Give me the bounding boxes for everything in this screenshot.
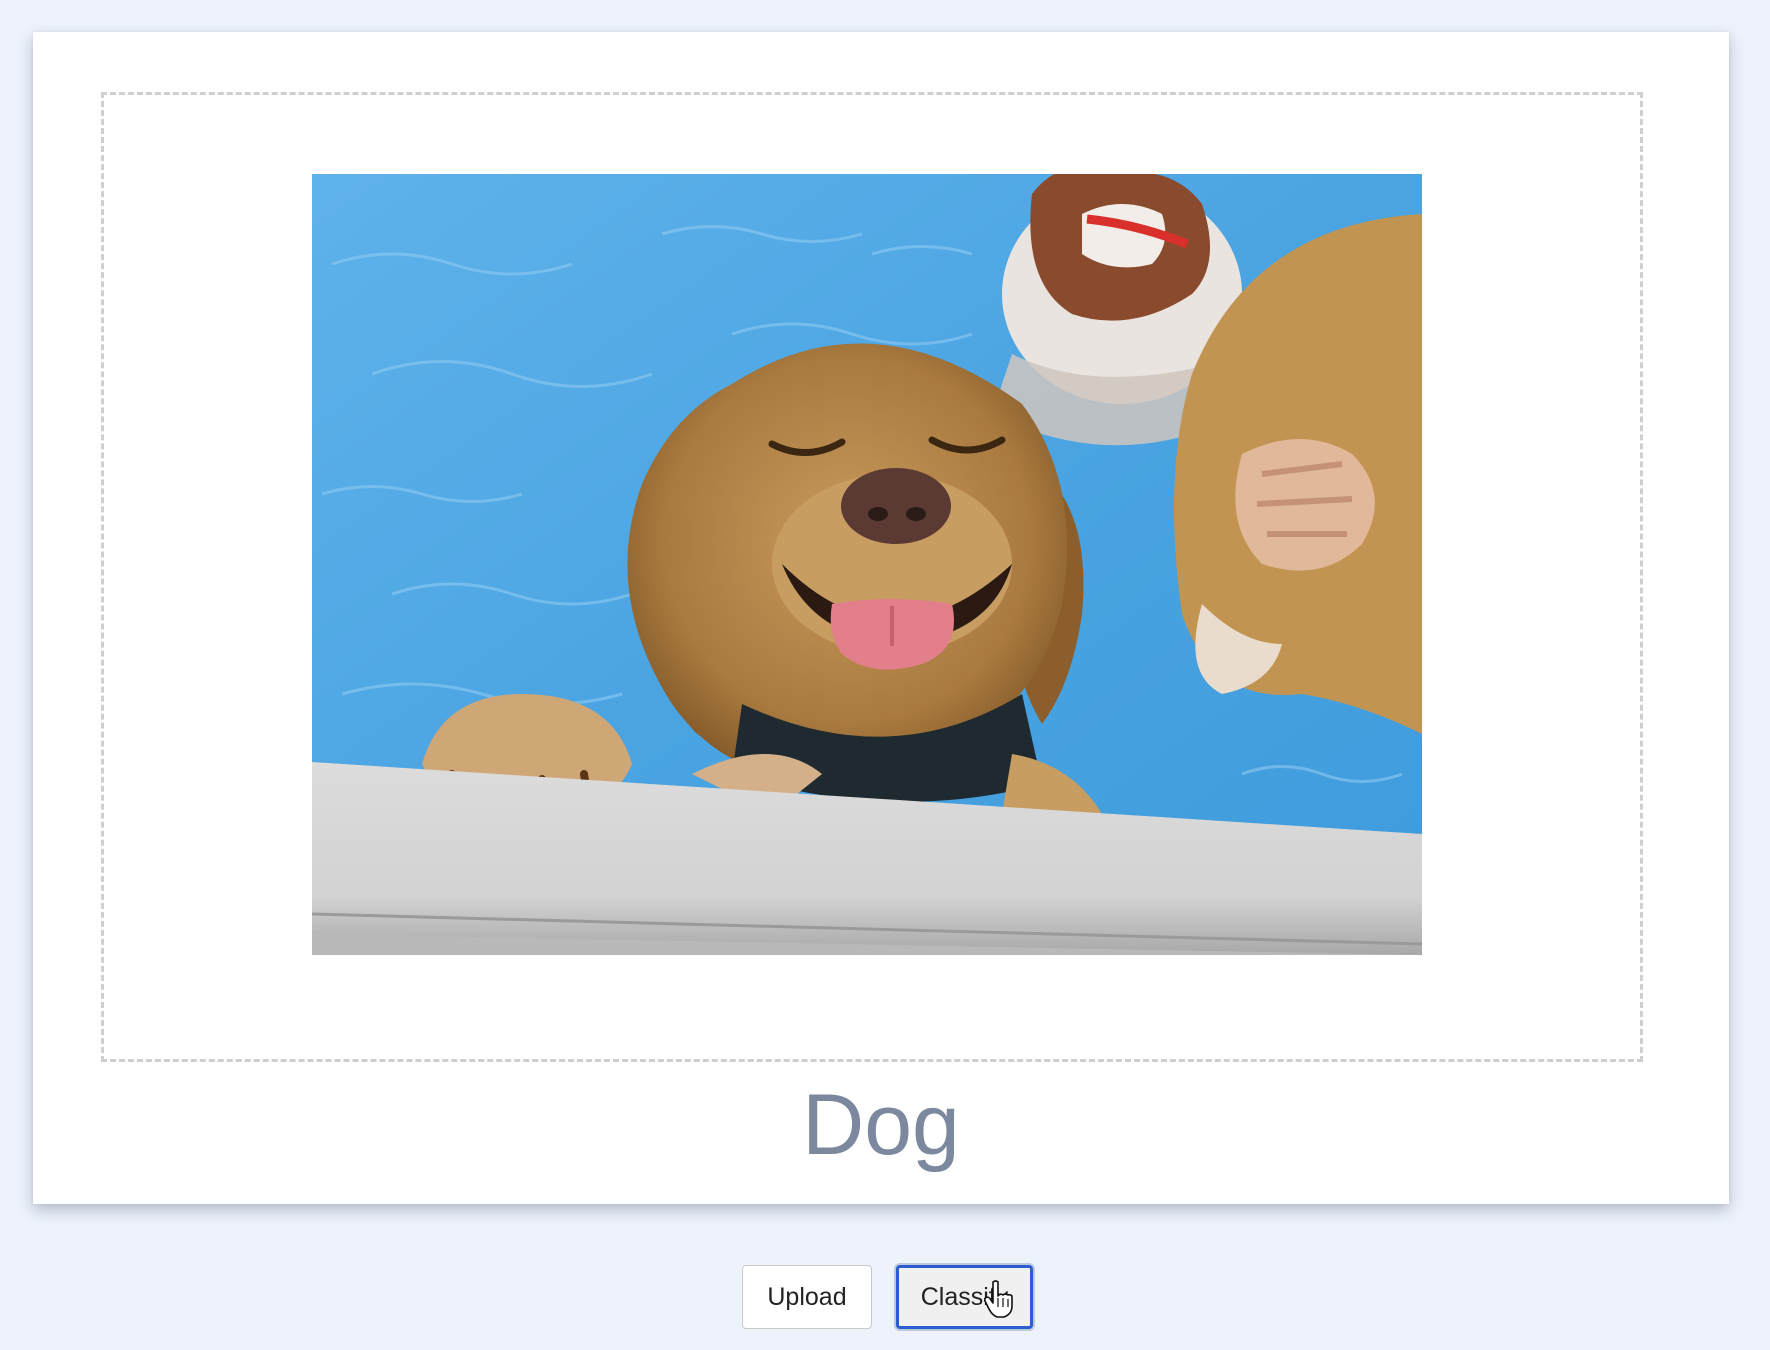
action-button-row: Upload Classify [0,1265,1770,1329]
classification-result-label: Dog [802,1077,960,1173]
dog-photo-illustration [312,174,1422,955]
classify-button[interactable]: Classify [896,1265,1033,1329]
uploaded-image-preview [312,174,1422,955]
classifier-card: Dog [33,32,1729,1204]
image-drop-zone[interactable] [101,92,1643,1062]
upload-button[interactable]: Upload [742,1265,872,1329]
